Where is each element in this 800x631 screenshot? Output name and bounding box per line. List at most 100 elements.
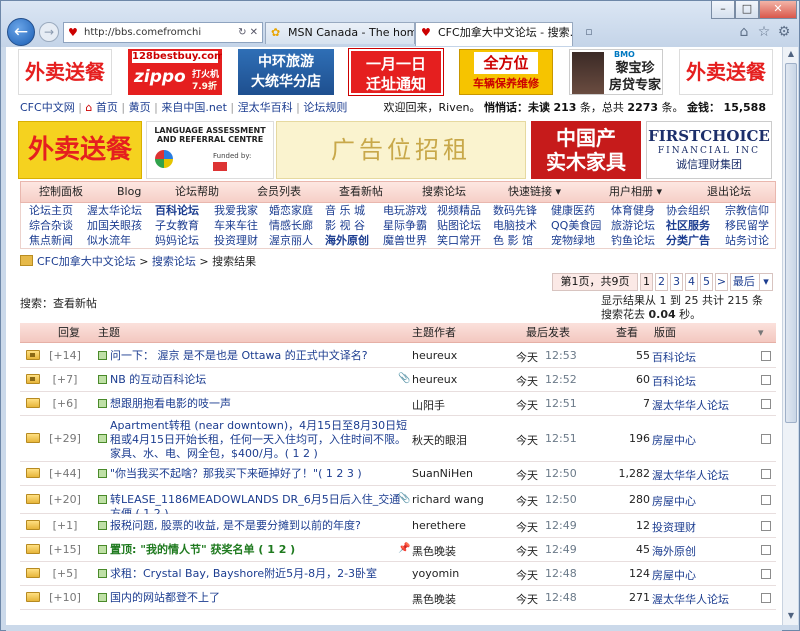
forum-link[interactable]: 房屋中心 <box>652 567 696 583</box>
row-checkbox[interactable] <box>761 351 771 361</box>
topic-author[interactable]: 秋天的眼泪 <box>412 432 510 448</box>
breadcrumb-root[interactable]: CFC加拿大中文论坛 <box>37 255 136 268</box>
topic-title-link[interactable]: "你当我买不起啥？那我买下来砸掉好了！"( 1 2 3 ) <box>110 467 410 481</box>
ad-mortgage[interactable]: BMO 黎宝珍 房贷专家 <box>569 49 663 95</box>
topic-title-link[interactable]: 置顶: "我的情人节" 获奖名单 ( 1 2 ) <box>110 543 410 557</box>
forum-link[interactable]: 焦点新闻 <box>29 233 73 248</box>
ad-placeholder[interactable]: 广告位招租 <box>276 121 526 179</box>
forum-link[interactable]: 渥太华华人论坛 <box>652 397 729 413</box>
topic-title-link[interactable]: 报税问题, 股票的收益, 是不是要分摊到以前的年度? <box>110 519 410 533</box>
back-button[interactable]: ← <box>7 18 35 46</box>
col-last-post[interactable]: 最后发表 <box>526 323 570 343</box>
ad-auto[interactable]: 全方位 车辆保养维修 <box>459 49 553 95</box>
page-3[interactable]: 3 <box>670 273 683 291</box>
forum-link[interactable]: 电玩游戏 <box>383 203 427 218</box>
forum-link[interactable]: 百科论坛 <box>652 349 696 365</box>
refresh-stop-icons[interactable]: ↻ ✕ <box>238 23 258 42</box>
menu-albums[interactable]: 用户相册 ▾ <box>609 182 662 202</box>
topic-author[interactable]: herethere <box>412 519 510 532</box>
ad-notice[interactable]: 一月一日 迁址通知 <box>348 48 444 96</box>
forum-link[interactable]: 贴图论坛 <box>437 218 481 233</box>
link-rules[interactable]: 论坛规则 <box>303 101 347 114</box>
home-icon[interactable]: ⌂ <box>735 23 753 41</box>
forum-link[interactable]: 海外原创 <box>325 233 369 248</box>
forum-link[interactable]: 子女教育 <box>155 218 199 233</box>
forum-link[interactable]: 婚恋家庭 <box>269 203 313 218</box>
forum-link[interactable]: 视频精品 <box>437 203 481 218</box>
topic-author[interactable]: 黑色晚装 <box>412 591 510 607</box>
topic-title-link[interactable]: NB 的互动百科论坛 <box>110 373 410 387</box>
scroll-thumb[interactable] <box>785 63 797 423</box>
topic-title-link[interactable]: 求租：Crystal Bay, Bayshore附近5月-8月，2-3卧室 <box>110 567 410 581</box>
scroll-up-icon[interactable]: ▲ <box>785 49 797 61</box>
forum-link[interactable]: 旅游论坛 <box>611 218 655 233</box>
topic-author[interactable]: heureux <box>412 349 510 362</box>
ad-zippo[interactable]: 128bestbuy.com zippo 打火机 7.9折 <box>128 49 222 95</box>
ad-firstchoice[interactable]: FIRSTCHOICE FINANCIAL INC 诚信理财集团 <box>646 121 772 179</box>
page-1[interactable]: 1 <box>640 273 653 291</box>
forum-link[interactable]: 站务讨论 <box>725 233 769 248</box>
tab-msn[interactable]: ✿ MSN Canada - The home of w... <box>265 22 415 44</box>
forum-link[interactable]: 百科论坛 <box>652 373 696 389</box>
col-views[interactable]: 查看 <box>616 323 638 343</box>
menu-help[interactable]: 论坛帮助 <box>175 182 219 202</box>
row-checkbox[interactable] <box>761 469 771 479</box>
ad-travel[interactable]: 中环旅游 大统华分店 <box>238 49 334 95</box>
forum-link[interactable]: 社区服务 <box>666 218 710 233</box>
row-checkbox[interactable] <box>761 495 771 505</box>
col-forum[interactable]: 版面 <box>654 323 676 343</box>
link-wiki[interactable]: 涅太华百科 <box>238 101 293 114</box>
forum-link[interactable]: 房屋中心 <box>652 432 696 448</box>
ad-furniture[interactable]: 中国产 实木家具 <box>531 121 641 179</box>
forum-link[interactable]: 房屋中心 <box>652 493 696 509</box>
col-replies[interactable]: 回复 <box>58 323 80 343</box>
topic-title-link[interactable]: 问一下： 渥京 是不是也是 Ottawa 的正式中文译名? <box>110 349 410 363</box>
menu-control-panel[interactable]: 控制面板 <box>39 182 83 202</box>
header-dropdown-icon[interactable]: ▾ <box>758 323 764 343</box>
row-checkbox[interactable] <box>761 399 771 409</box>
ad-takeout-1[interactable]: 外卖送餐 <box>18 49 112 95</box>
gear-icon[interactable]: ⚙ <box>775 23 793 41</box>
page-4[interactable]: 4 <box>685 273 698 291</box>
forum-link[interactable]: 钓鱼论坛 <box>611 233 655 248</box>
menu-search[interactable]: 搜索论坛 <box>422 182 466 202</box>
row-checkbox[interactable] <box>761 593 771 603</box>
forum-link[interactable]: 我爱我家 <box>214 203 258 218</box>
forum-link[interactable]: 投资理财 <box>214 233 258 248</box>
link-comefromchina[interactable]: 来自中国.net <box>161 101 227 114</box>
topic-author[interactable]: 山阳手 <box>412 397 510 413</box>
forum-link[interactable]: 渥京丽人 <box>269 233 313 248</box>
page-next[interactable]: > <box>715 273 728 291</box>
forum-link[interactable]: 渥太华华人论坛 <box>652 591 729 607</box>
forum-link[interactable]: 分类广告 <box>666 233 710 248</box>
ad-language-centre[interactable]: LANGUAGE ASSESSMENT AND REFERRAL CENTRE … <box>146 121 274 179</box>
breadcrumb-search[interactable]: 搜索论坛 <box>152 255 196 268</box>
topic-author[interactable]: yoyomin <box>412 567 510 580</box>
forum-link[interactable]: 魔兽世界 <box>383 233 427 248</box>
ad-takeout-3[interactable]: 外卖送餐 <box>18 121 142 179</box>
tab-close-icon[interactable]: ✕ <box>561 23 569 43</box>
forum-link[interactable]: 数码先锋 <box>493 203 537 218</box>
minimize-icon[interactable]: – <box>711 1 735 19</box>
forum-link[interactable]: 海外原创 <box>652 543 696 559</box>
topic-author[interactable]: 黑色晚装 <box>412 543 510 559</box>
topic-author[interactable]: richard wang <box>412 493 510 506</box>
forum-link[interactable]: 论坛主页 <box>29 203 73 218</box>
address-bar[interactable]: ♥ http://bbs.comefromchi ↻ ✕ <box>63 22 263 43</box>
forum-link[interactable]: 情感长廊 <box>269 218 313 233</box>
forum-link[interactable]: 影 视 谷 <box>325 218 365 233</box>
site-name[interactable]: CFC中文网 <box>20 101 75 114</box>
row-checkbox[interactable] <box>761 375 771 385</box>
forum-link[interactable]: 渥太华论坛 <box>87 203 142 218</box>
forum-link[interactable]: 笑口常开 <box>437 233 481 248</box>
tab-cfc[interactable]: ♥ CFC加拿大中文论坛 - 搜索... ✕ <box>415 22 573 46</box>
forum-link[interactable]: 投资理财 <box>652 519 696 535</box>
forum-link[interactable]: QQ美食园 <box>551 218 601 233</box>
topic-author[interactable]: SuanNiHen <box>412 467 510 480</box>
row-checkbox[interactable] <box>761 569 771 579</box>
vertical-scrollbar[interactable]: ▲ ▼ <box>782 47 798 625</box>
star-icon[interactable]: ☆ <box>755 23 773 41</box>
forum-link[interactable]: 妈妈论坛 <box>155 233 199 248</box>
row-checkbox[interactable] <box>761 521 771 531</box>
forum-link[interactable]: 百科论坛 <box>155 203 199 218</box>
